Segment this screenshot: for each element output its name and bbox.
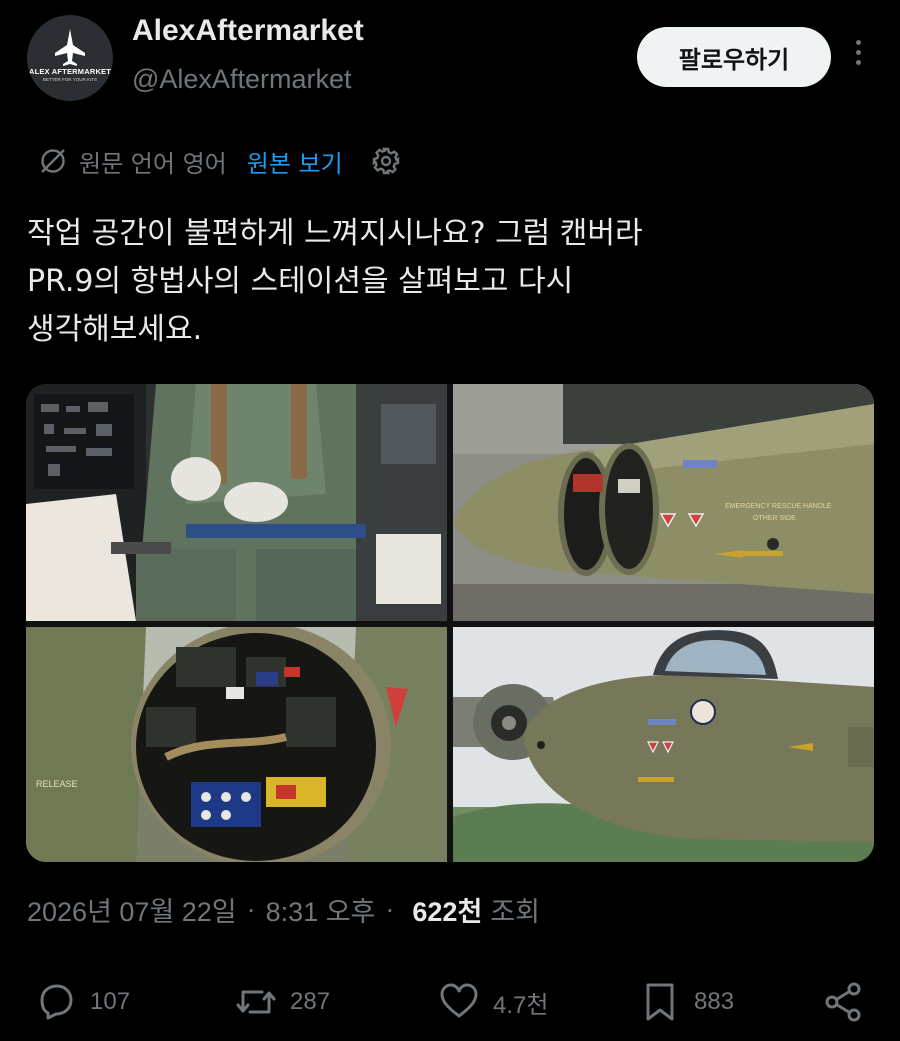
follow-button[interactable]: 팔로우하기: [637, 27, 831, 87]
jet-logo-icon: [55, 29, 85, 66]
navigator-station-interior-photo[interactable]: RELEASE: [26, 627, 447, 862]
avatar-tagline-text: BETTER FOR YOUR KITS: [43, 77, 97, 82]
more-vertical-icon[interactable]: [848, 40, 868, 76]
translate-globe-icon: [41, 149, 65, 173]
view-count[interactable]: 622천: [412, 890, 482, 929]
marking-text: EMERGENCY RESCUE HANDLE: [725, 503, 832, 510]
share-icon: [825, 982, 861, 1022]
reply-icon: [40, 984, 73, 1020]
meta-separator: ·: [246, 894, 256, 924]
marking-text: RELEASE: [36, 779, 78, 789]
cockpit-crew-seat-photo[interactable]: [26, 384, 447, 621]
tweet-date: 2026년 07월 22일: [27, 897, 237, 927]
share-button[interactable]: [822, 972, 866, 1032]
repost-button[interactable]: 287: [234, 972, 330, 1032]
like-button[interactable]: 4.7천: [437, 972, 548, 1032]
display-name[interactable]: AlexAftermarket: [132, 14, 364, 48]
like-count: 4.7천: [493, 991, 549, 1019]
reply-count: 107: [90, 988, 131, 1015]
translation-source-label: 원문 언어 영어: [79, 149, 227, 178]
tweet-meta: 2026년 07월 22일 · 8:31 오후 · 622천 조회: [27, 890, 540, 929]
repost-count: 287: [290, 988, 331, 1015]
view-count-label: 조회: [490, 897, 540, 927]
bookmark-count: 883: [694, 988, 735, 1015]
action-bar: 107 287 4.7천 883: [0, 972, 900, 1032]
tweet-text: 작업 공간이 불편하게 느껴지시나요? 그럼 캔버라 PR.9의 항법사의 스테…: [27, 210, 857, 354]
tweet-text-line: 생각해보세요.: [27, 312, 203, 347]
open-nose-hatch-photo[interactable]: EMERGENCY RESCUE HANDLE OTHER SIDE: [453, 384, 874, 621]
tweet-time: 8:31 오후: [265, 897, 376, 927]
user-handle[interactable]: @AlexAftermarket: [132, 64, 351, 95]
media-grid[interactable]: EMERGENCY RESCUE HANDLE OTHER SIDE RELEA…: [26, 384, 874, 862]
meta-separator: ·: [385, 894, 395, 924]
repost-icon: [236, 990, 276, 1014]
bookmark-button[interactable]: 883: [638, 972, 734, 1032]
show-original-link[interactable]: 원본 보기: [247, 144, 343, 179]
marking-text: OTHER SIDE: [753, 515, 796, 522]
aircraft-nose-flying-photo[interactable]: [453, 627, 874, 862]
avatar-brand-text: ALEX AFTERMARKET: [28, 67, 112, 76]
settings-gear-icon[interactable]: [371, 146, 401, 176]
bookmark-icon: [646, 983, 674, 1021]
heart-icon: [440, 983, 478, 1018]
avatar[interactable]: ALEX AFTERMARKET BETTER FOR YOUR KITS: [27, 15, 113, 101]
translation-row: 원문 언어 영어 원본 보기: [37, 142, 401, 180]
tweet-text-line: 작업 공간이 불편하게 느껴지시나요? 그럼 캔버라: [27, 216, 643, 251]
tweet-text-line: PR.9의 항법사의 스테이션을 살펴보고 다시: [27, 264, 574, 299]
reply-button[interactable]: 107: [34, 972, 130, 1032]
